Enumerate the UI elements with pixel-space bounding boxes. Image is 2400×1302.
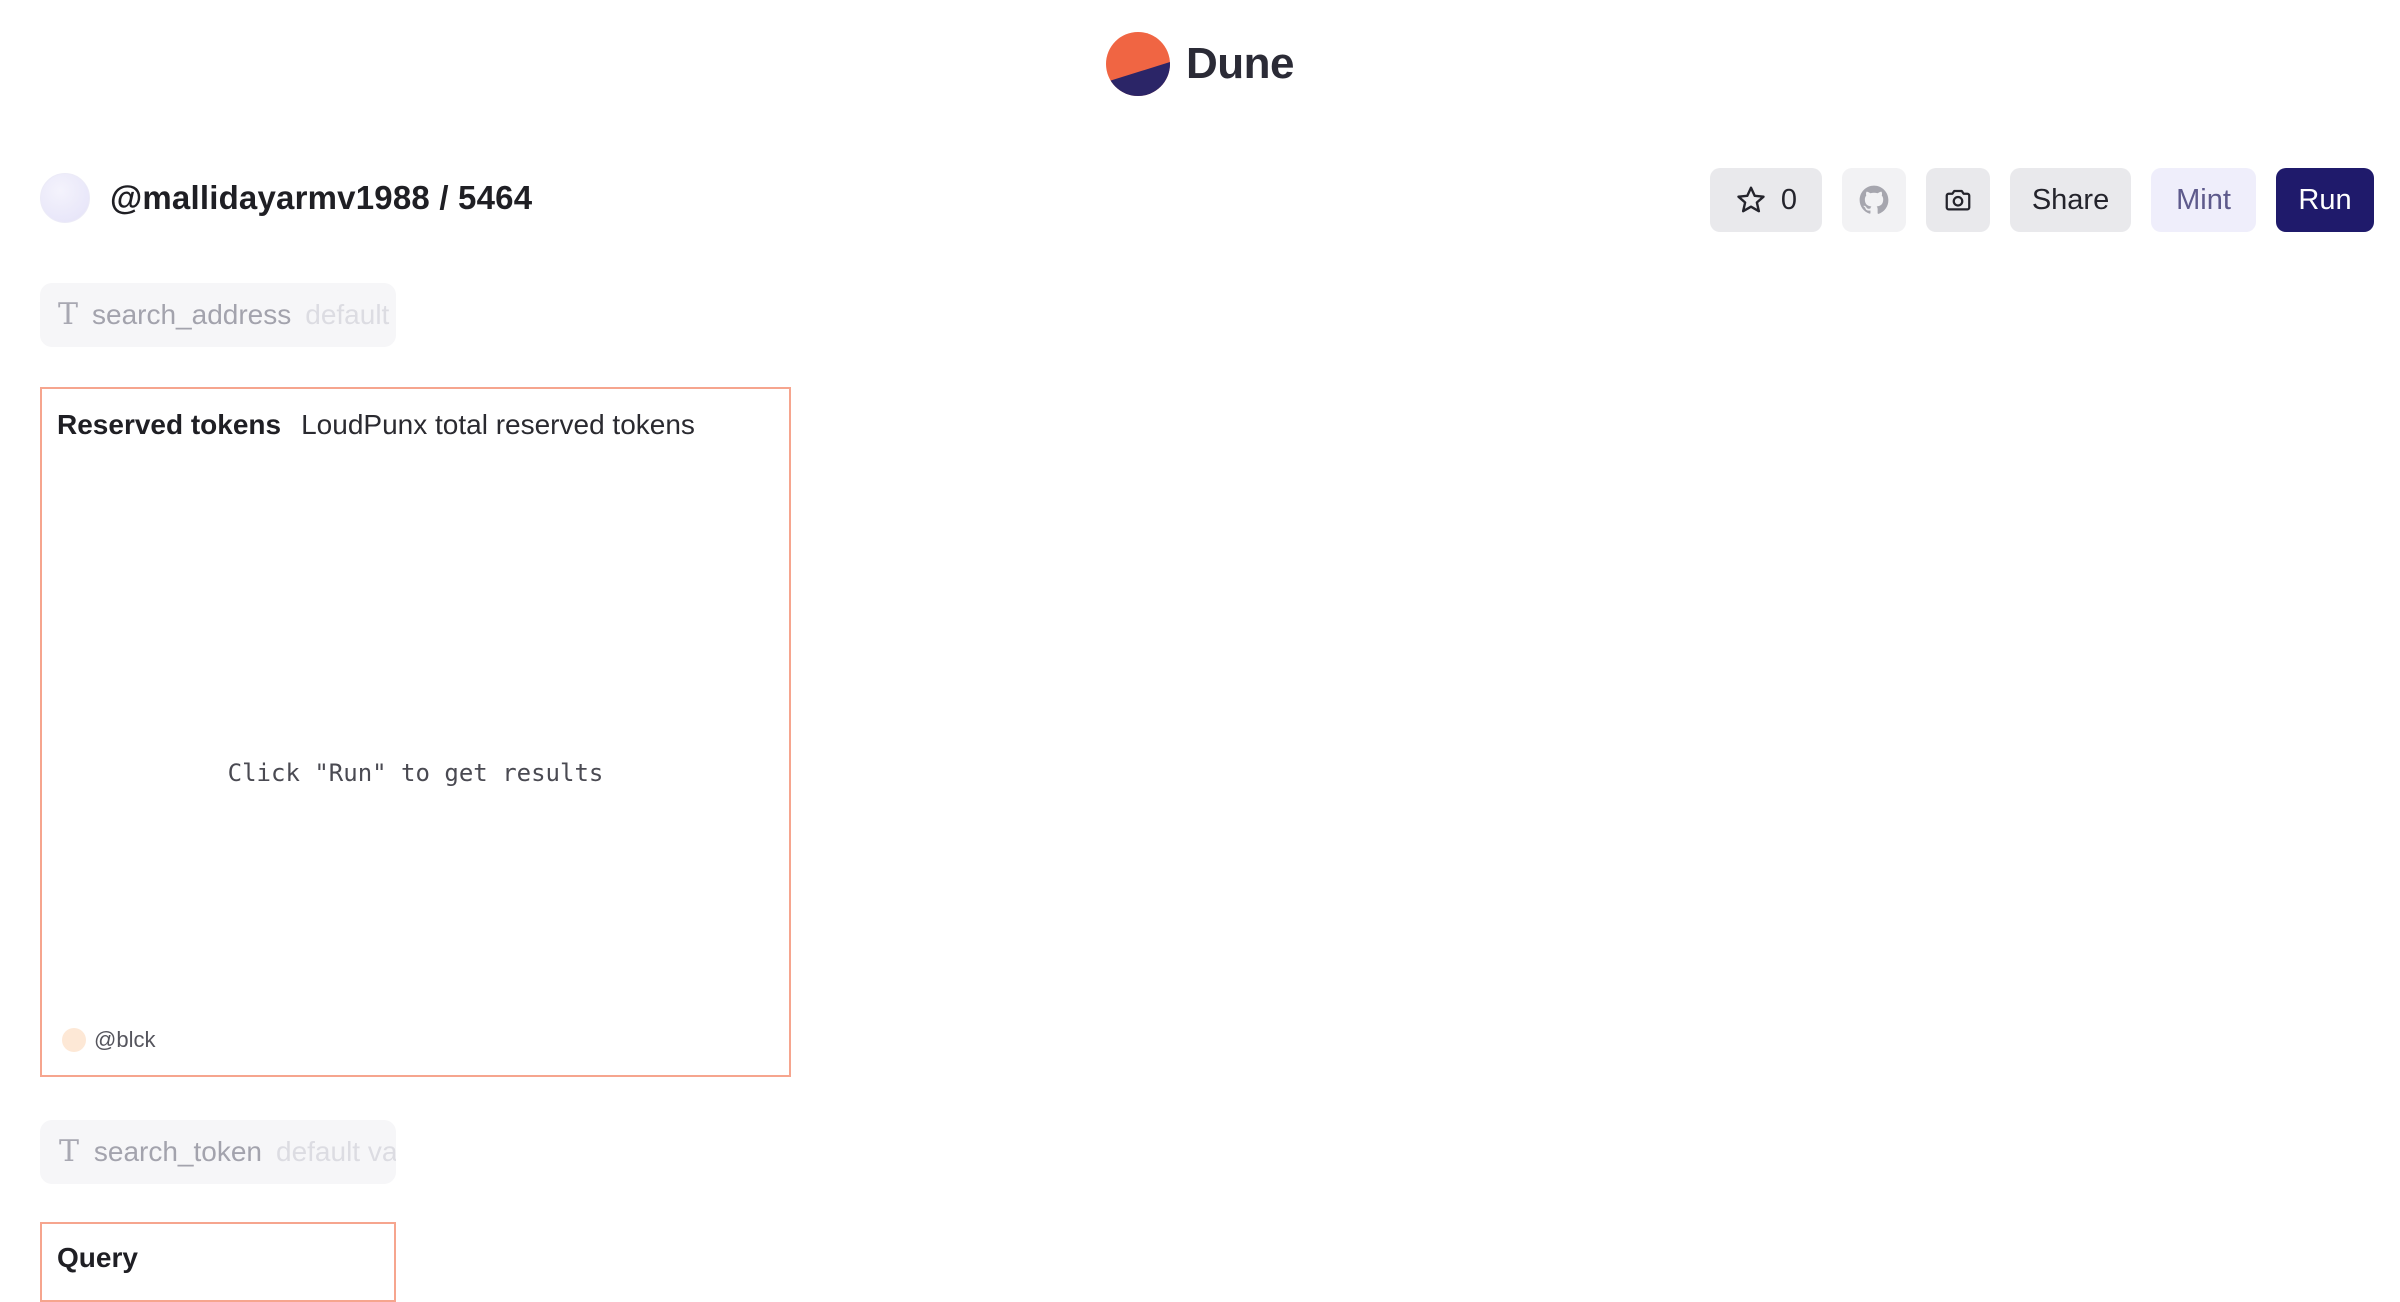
widget-reserved-tokens: Reserved tokens LoudPunx total reserved … [40, 387, 791, 1077]
mint-button[interactable]: Mint [2151, 168, 2256, 232]
author-name: @blck [94, 1027, 156, 1052]
share-button[interactable]: Share [2010, 168, 2131, 232]
param-search-token[interactable]: T search_token [40, 1120, 396, 1184]
param-search-address[interactable]: T search_address [40, 283, 396, 347]
widget-title[interactable]: Reserved tokens [57, 409, 281, 441]
dune-logo-link[interactable]: Dune [1106, 32, 1295, 96]
owner-avatar[interactable] [40, 173, 90, 223]
dashboard-title: @mallidayarmv1988 / 5464 [110, 179, 533, 216]
run-button[interactable]: Run [2276, 168, 2374, 232]
screenshot-button[interactable] [1926, 168, 1990, 232]
dashboard-header: @mallidayarmv1988 / 5464 [40, 166, 532, 230]
brand-name: Dune [1186, 39, 1295, 88]
star-count: 0 [1780, 183, 1798, 216]
author-avatar [62, 1028, 86, 1052]
star-button[interactable]: 0 [1710, 168, 1822, 232]
widget-subtitle: LoudPunx total reserved tokens [301, 409, 695, 440]
dashboard-actions: 0 Share Mint Run [1710, 168, 2374, 232]
camera-icon [1945, 189, 1971, 211]
widget-query: Query [40, 1222, 396, 1302]
dune-logo-icon [1106, 32, 1170, 96]
top-bar: Dune [0, 32, 2400, 96]
widget-header: Reserved tokens LoudPunx total reserved … [57, 409, 695, 441]
param-label: search_token [93, 1136, 262, 1167]
param-label: search_address [92, 299, 292, 330]
empty-results-message: Click "Run" to get results [227, 759, 604, 787]
star-icon [1737, 186, 1765, 213]
github-button[interactable] [1842, 168, 1906, 232]
text-type-icon: T [58, 297, 79, 332]
search-address-input[interactable] [305, 299, 396, 331]
widget-title[interactable]: Query [57, 1242, 138, 1274]
github-icon [1859, 185, 1889, 214]
search-token-input[interactable] [276, 1136, 396, 1168]
text-type-icon: T [58, 1134, 79, 1169]
widget-author[interactable]: @blck [62, 1027, 155, 1053]
